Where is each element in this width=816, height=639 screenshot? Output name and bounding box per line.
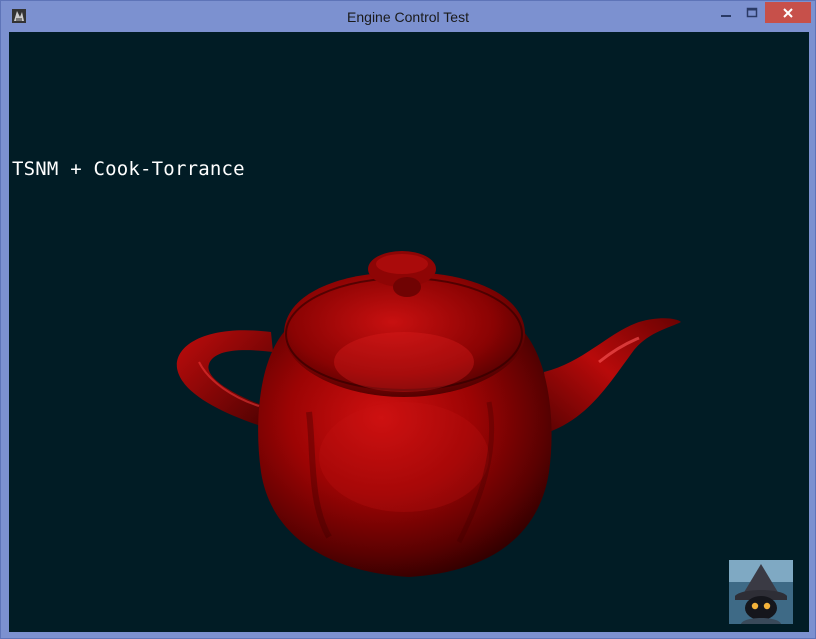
title-bar[interactable]: Engine Control Test [1, 1, 815, 32]
window-title: Engine Control Test [347, 9, 469, 25]
mage-portrait-image [729, 560, 793, 624]
minimize-button[interactable] [713, 2, 739, 23]
teapot-spout [544, 318, 681, 432]
render-viewport[interactable]: TSNM + Cook-Torrance [9, 32, 809, 632]
close-icon [783, 7, 793, 18]
teapot-model [176, 251, 681, 577]
maximize-button[interactable] [739, 2, 765, 23]
minimize-icon [721, 14, 731, 17]
teapot-handle [176, 330, 273, 427]
app-window: Engine Control Test TSNM + Cook-Torrance [0, 0, 816, 639]
close-button[interactable] [765, 2, 811, 23]
maximize-icon [746, 7, 758, 17]
